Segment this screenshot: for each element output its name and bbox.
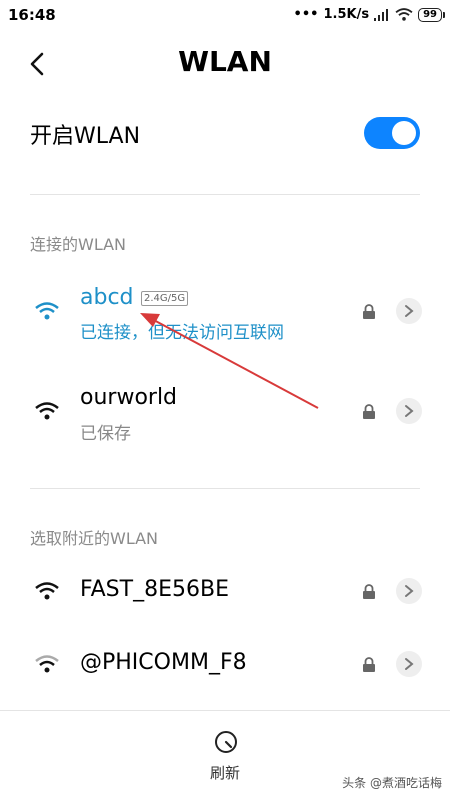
chevron-right-icon: [405, 658, 414, 670]
watermark: 头条 @煮酒吃话梅: [342, 776, 442, 790]
network-status: 已保存: [80, 424, 131, 444]
connected-section-label: 连接的WLAN: [30, 235, 127, 254]
network-speed: 1.5K/s: [323, 7, 370, 22]
network-details-button[interactable]: [396, 578, 422, 604]
network-details-button[interactable]: [396, 398, 422, 424]
network-row-connected[interactable]: [0, 275, 450, 355]
dots-icon: •••: [293, 7, 319, 22]
network-status: 已连接，但无法访问互联网: [80, 323, 284, 343]
network-details-button[interactable]: [396, 298, 422, 324]
chevron-right-icon: [405, 305, 414, 317]
network-name: FAST_8E56BE: [80, 577, 229, 602]
wifi-status-icon: [395, 8, 413, 21]
divider: [30, 488, 420, 489]
battery-icon: 99: [418, 7, 445, 22]
wlan-toggle[interactable]: [364, 117, 420, 149]
divider: [30, 194, 420, 195]
chevron-right-icon: [405, 405, 414, 417]
divider: [0, 710, 450, 711]
lock-icon: [363, 304, 375, 319]
wifi-icon: [35, 582, 59, 600]
network-name: ourworld: [80, 385, 178, 410]
wifi-weak-icon: [35, 655, 59, 673]
lock-icon: [363, 404, 375, 419]
network-details-button[interactable]: [396, 651, 422, 677]
wifi-connected-icon: [35, 302, 59, 320]
network-name: @PHICOMM_F8: [80, 650, 247, 675]
network-name: abcd: [80, 285, 134, 310]
network-row-saved[interactable]: [0, 375, 450, 455]
status-time: 16:48: [8, 6, 56, 24]
lock-icon: [363, 657, 375, 672]
refresh-icon[interactable]: [214, 730, 238, 754]
wifi-icon: [35, 402, 59, 420]
chevron-right-icon: [405, 585, 414, 597]
toggle-knob: [392, 121, 416, 145]
status-icons: ••• 1.5K/s 99: [293, 7, 445, 22]
band-badge: 2.4G/5G: [141, 291, 189, 306]
nearby-section-label: 选取附近的WLAN: [30, 529, 159, 548]
signal-icon: [374, 8, 389, 21]
lock-icon: [363, 584, 375, 599]
page-title: WLAN: [178, 45, 272, 78]
wlan-toggle-label: 开启WLAN: [30, 124, 141, 149]
